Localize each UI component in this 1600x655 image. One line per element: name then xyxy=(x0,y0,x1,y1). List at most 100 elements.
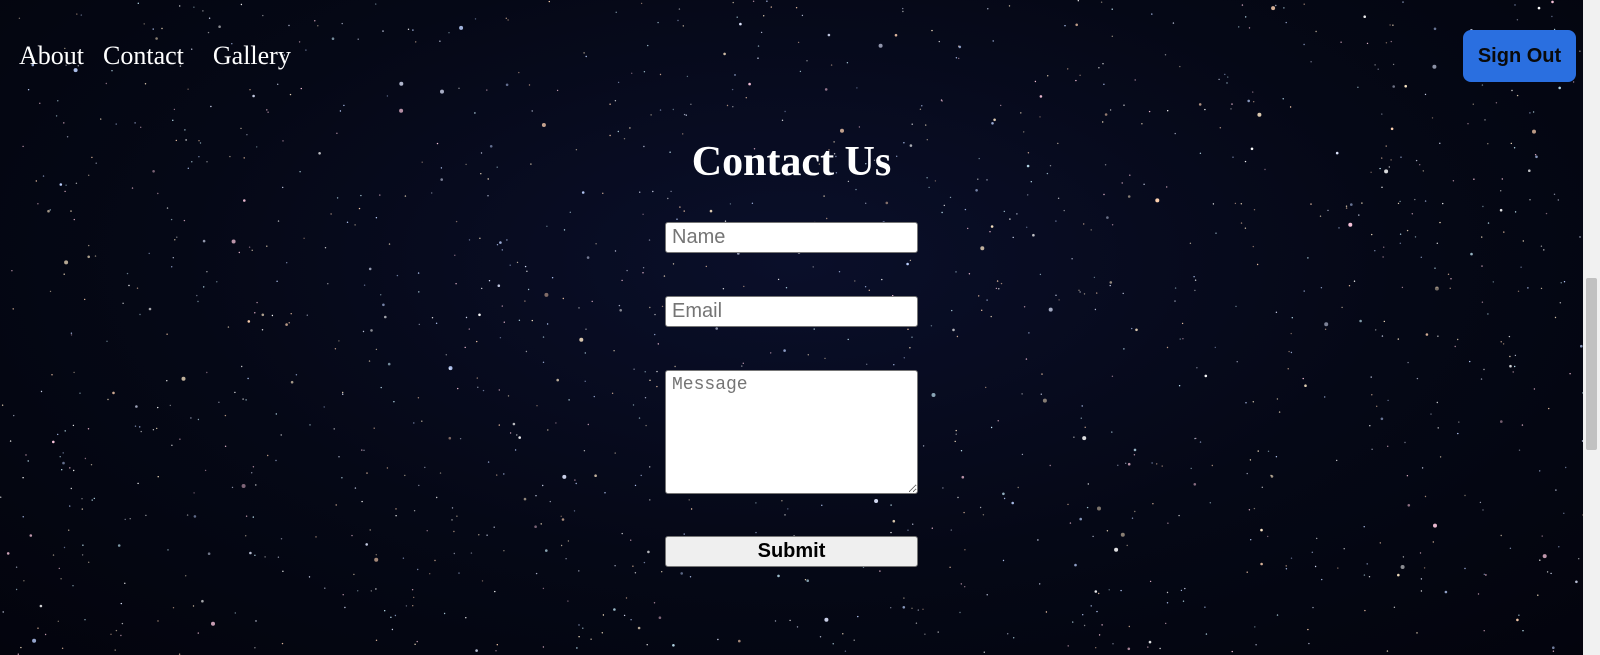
star xyxy=(63,273,65,275)
star xyxy=(80,14,83,16)
star xyxy=(375,217,378,219)
star xyxy=(1484,119,1486,121)
star xyxy=(395,515,397,517)
star xyxy=(1095,647,1097,649)
star xyxy=(801,14,804,17)
star xyxy=(1402,556,1405,558)
star xyxy=(931,29,933,32)
star xyxy=(907,529,909,531)
star xyxy=(1381,113,1383,115)
star xyxy=(488,280,491,282)
sign-out-button[interactable]: Sign Out xyxy=(1463,30,1576,82)
star xyxy=(1260,528,1263,532)
star xyxy=(1397,202,1400,205)
message-textarea[interactable] xyxy=(665,370,918,494)
star xyxy=(1134,79,1136,81)
star xyxy=(1348,222,1353,227)
star xyxy=(1037,539,1039,541)
star xyxy=(1230,108,1232,110)
star xyxy=(173,108,176,111)
star xyxy=(172,119,174,122)
star xyxy=(179,438,181,440)
star xyxy=(76,13,78,15)
star xyxy=(61,469,63,471)
star xyxy=(1529,199,1531,201)
star xyxy=(1282,98,1284,100)
star xyxy=(27,89,30,91)
star xyxy=(652,190,654,193)
submit-button[interactable]: Submit xyxy=(665,536,918,567)
star xyxy=(1166,602,1169,604)
star xyxy=(991,122,994,125)
star xyxy=(677,19,679,22)
star xyxy=(542,587,545,590)
nav-link-about[interactable]: About xyxy=(19,41,84,71)
page-scrollbar-thumb[interactable] xyxy=(1586,278,1597,450)
star xyxy=(331,37,335,40)
star xyxy=(928,186,930,189)
star xyxy=(476,340,478,343)
star xyxy=(342,594,344,596)
star xyxy=(1545,212,1548,215)
star xyxy=(621,279,623,282)
star xyxy=(193,515,197,518)
star xyxy=(1392,85,1395,88)
star xyxy=(1098,67,1100,69)
nav-link-contact[interactable]: Contact xyxy=(103,41,184,71)
star xyxy=(1252,401,1255,403)
star xyxy=(590,638,592,640)
nav-link-gallery[interactable]: Gallery xyxy=(213,41,291,71)
star xyxy=(690,508,693,510)
star xyxy=(52,440,55,444)
star xyxy=(1079,74,1081,77)
star xyxy=(909,347,911,349)
star xyxy=(1454,345,1456,348)
star xyxy=(670,190,672,193)
star xyxy=(1248,509,1251,511)
star xyxy=(204,469,207,472)
name-input[interactable] xyxy=(665,222,918,253)
star xyxy=(1472,103,1475,105)
star xyxy=(64,260,69,265)
star xyxy=(396,274,399,277)
star xyxy=(842,633,844,635)
star xyxy=(1025,358,1028,360)
star xyxy=(938,40,940,43)
star xyxy=(1371,448,1373,450)
star xyxy=(952,328,955,332)
star xyxy=(184,129,186,131)
star xyxy=(1103,193,1105,196)
star xyxy=(210,105,212,108)
star xyxy=(338,340,340,342)
star xyxy=(1000,282,1003,285)
star xyxy=(440,89,444,94)
star xyxy=(674,365,676,368)
star xyxy=(1522,630,1524,632)
star xyxy=(911,123,913,125)
star xyxy=(121,622,124,625)
star xyxy=(518,71,520,74)
star xyxy=(63,546,66,549)
email-input[interactable] xyxy=(665,296,918,327)
star xyxy=(1516,94,1519,97)
star xyxy=(453,552,455,555)
star xyxy=(231,239,236,244)
star xyxy=(992,40,994,42)
star xyxy=(255,620,257,622)
star xyxy=(1432,541,1435,543)
star xyxy=(474,112,476,114)
star xyxy=(1000,104,1002,107)
star xyxy=(91,499,93,501)
star xyxy=(949,196,952,199)
star xyxy=(683,113,686,116)
star xyxy=(1414,236,1417,238)
star xyxy=(81,508,84,510)
star xyxy=(1083,223,1085,225)
star xyxy=(824,88,828,91)
star xyxy=(654,313,656,316)
star xyxy=(1369,425,1371,427)
star xyxy=(1315,30,1317,33)
star xyxy=(1563,512,1565,514)
star xyxy=(481,580,484,582)
star xyxy=(443,612,446,615)
